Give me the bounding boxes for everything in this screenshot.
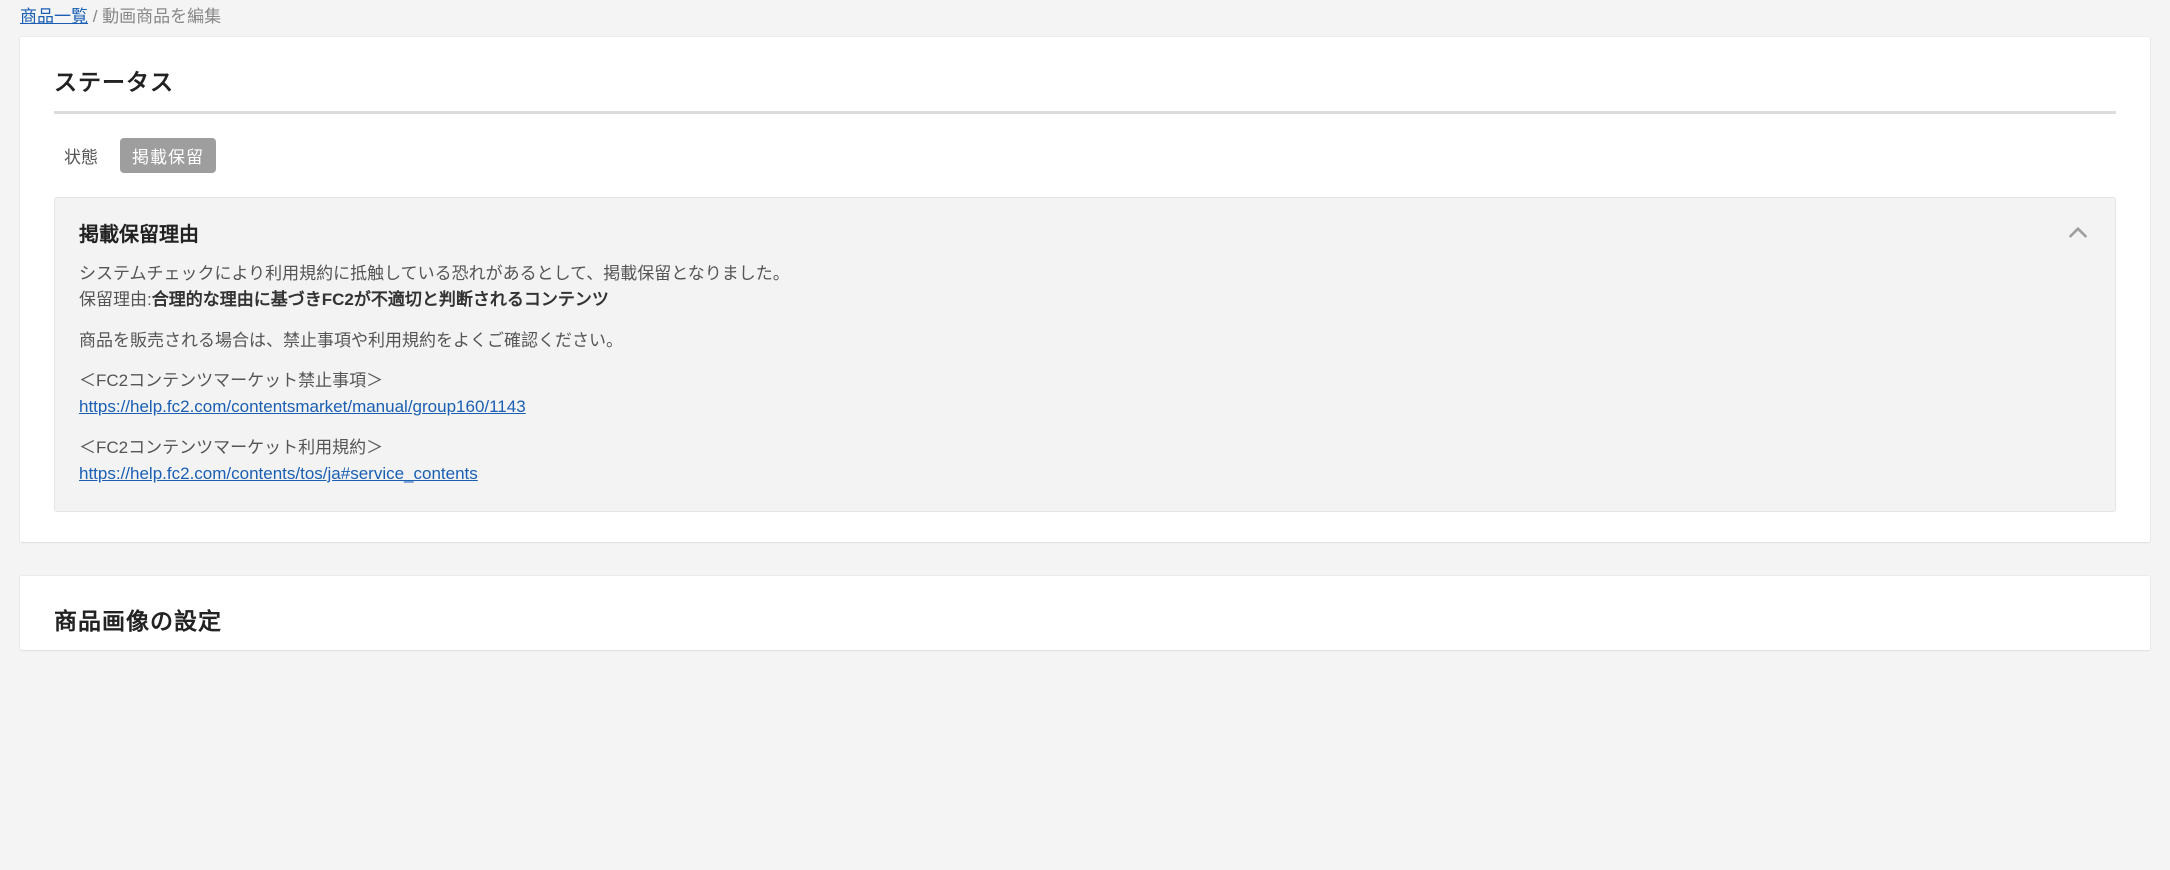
breadcrumb-separator: / xyxy=(88,7,102,26)
hold-reason-panel: 掲載保留理由 システムチェックにより利用規約に抵触している恐れがあるとして、掲載… xyxy=(54,197,2116,512)
hold-reason-link1-label: ＜FC2コンテンツマーケット禁止事項＞ xyxy=(79,368,2091,394)
hold-reason-bold: 合理的な理由に基づきFC2が不適切と判断されるコンテンツ xyxy=(152,290,609,309)
status-heading: ステータス xyxy=(54,63,2116,114)
hold-reason-title: 掲載保留理由 xyxy=(79,218,199,247)
hold-reason-line1: システムチェックにより利用規約に抵触している恐れがあるとして、掲載保留となりまし… xyxy=(79,261,2091,287)
status-row: 状態 掲載保留 xyxy=(54,114,2116,197)
status-badge: 掲載保留 xyxy=(120,138,216,173)
breadcrumb-link-products[interactable]: 商品一覧 xyxy=(20,7,88,26)
hold-reason-link1[interactable]: https://help.fc2.com/contentsmarket/manu… xyxy=(79,397,526,416)
hold-reason-line2: 保留理由:合理的な理由に基づきFC2が不適切と判断されるコンテンツ xyxy=(79,287,2091,313)
breadcrumb: 商品一覧 / 動画商品を編集 xyxy=(20,0,2150,37)
image-settings-card: 商品画像の設定 xyxy=(20,576,2150,650)
hold-reason-prefix: 保留理由: xyxy=(79,290,152,309)
hold-reason-link2[interactable]: https://help.fc2.com/contents/tos/ja#ser… xyxy=(79,464,478,483)
status-card: ステータス 状態 掲載保留 掲載保留理由 システムチェックにより利用規約に抵触し… xyxy=(20,37,2150,542)
breadcrumb-current: 動画商品を編集 xyxy=(102,7,221,26)
hold-reason-link2-label: ＜FC2コンテンツマーケット利用規約＞ xyxy=(79,435,2091,461)
hold-reason-check-note: 商品を販売される場合は、禁止事項や利用規約をよくご確認ください。 xyxy=(79,328,2091,354)
chevron-up-icon[interactable] xyxy=(2065,220,2091,246)
status-state-label: 状態 xyxy=(64,143,98,168)
image-settings-heading: 商品画像の設定 xyxy=(54,602,2116,636)
